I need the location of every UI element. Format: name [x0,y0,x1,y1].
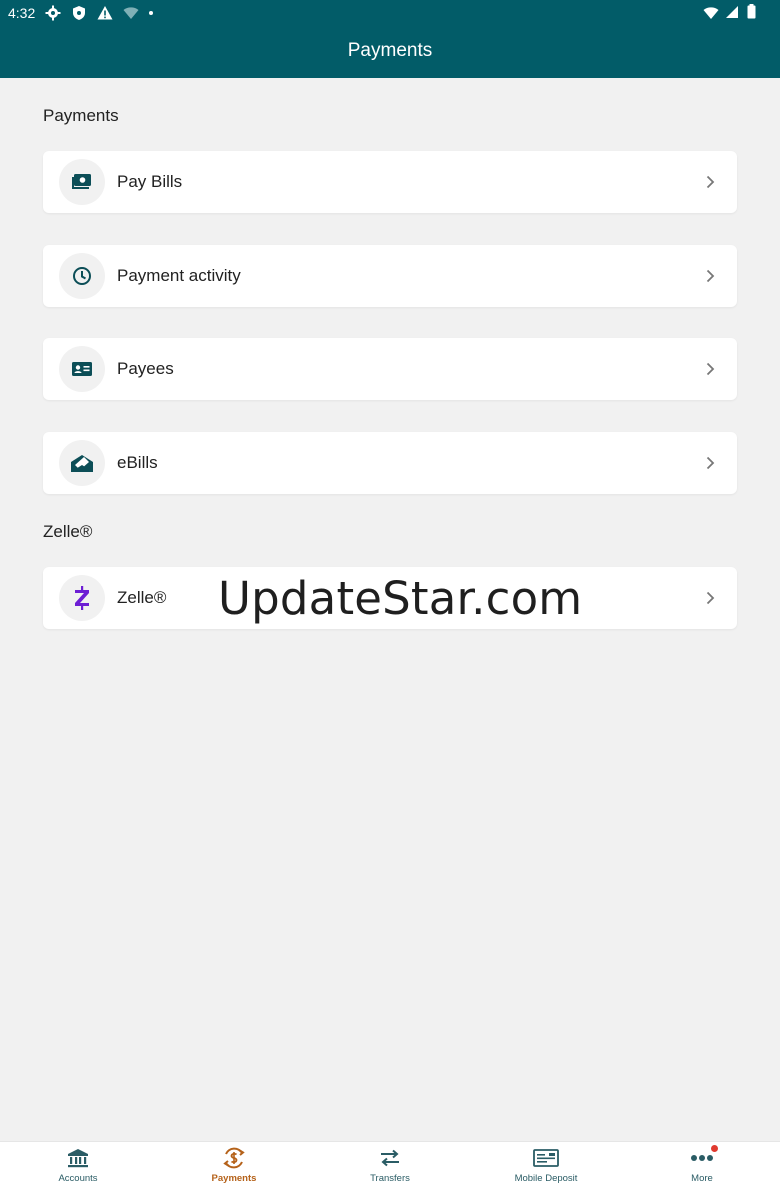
section-title-payments: Payments [43,106,119,125]
payees-item[interactable]: Payees [43,338,737,400]
zelle-label: Zelle® [117,588,167,607]
nav-accounts[interactable]: Accounts [0,1142,156,1189]
status-bar: 4:32 [0,0,780,26]
chevron-right-icon [706,591,715,605]
battery-icon [747,4,756,22]
pay-bills-item[interactable]: Pay Bills [43,151,737,213]
clock-icon [59,253,105,299]
transfer-arrows-icon [377,1146,403,1170]
bottom-navigation: Accounts Payments Transfers Mobile Depos… [0,1141,780,1189]
id-card-icon [59,346,105,392]
wifi-icon [703,5,719,21]
zelle-logo-icon [59,575,105,621]
nav-transfers[interactable]: Transfers [312,1142,468,1189]
nav-payments-label: Payments [211,1173,257,1184]
pay-bills-label: Pay Bills [117,172,183,191]
page-title: Payments [347,40,433,61]
wifi-off-icon [123,5,139,21]
nav-transfers-label: Transfers [370,1173,410,1184]
dot-icon [149,11,154,15]
check-deposit-icon [533,1146,559,1170]
section-title-zelle: Zelle® [43,522,93,541]
nav-mobile-deposit[interactable]: Mobile Deposit [468,1142,624,1189]
payment-activity-item[interactable]: Payment activity [43,245,737,307]
nav-payments[interactable]: Payments [156,1142,312,1189]
signal-icon [725,5,741,21]
chevron-right-icon [706,456,715,470]
chevron-right-icon [706,269,715,283]
payees-label: Payees [117,359,174,378]
payment-activity-label: Payment activity [117,266,241,285]
bank-icon [65,1146,91,1170]
more-dots-icon [689,1145,718,1170]
ebills-label: eBills [117,453,158,472]
envelope-bill-icon [59,440,105,486]
app-header: 4:32 Payments [0,0,780,78]
nav-more-label: More [691,1173,713,1184]
notification-badge [711,1145,718,1152]
nav-more[interactable]: More [624,1142,780,1189]
ebills-item[interactable]: eBills [43,432,737,494]
zelle-item[interactable]: Zelle® [43,567,737,629]
shield-icon [71,5,87,21]
chevron-right-icon [706,362,715,376]
bill-pay-icon [59,159,105,205]
status-time: 4:32 [8,5,36,21]
nav-accounts-label: Accounts [58,1173,98,1184]
settings-icon [45,5,61,21]
payments-icon [221,1146,247,1170]
warning-icon [97,5,113,21]
nav-mobile-deposit-label: Mobile Deposit [514,1173,578,1184]
chevron-right-icon [706,175,715,189]
